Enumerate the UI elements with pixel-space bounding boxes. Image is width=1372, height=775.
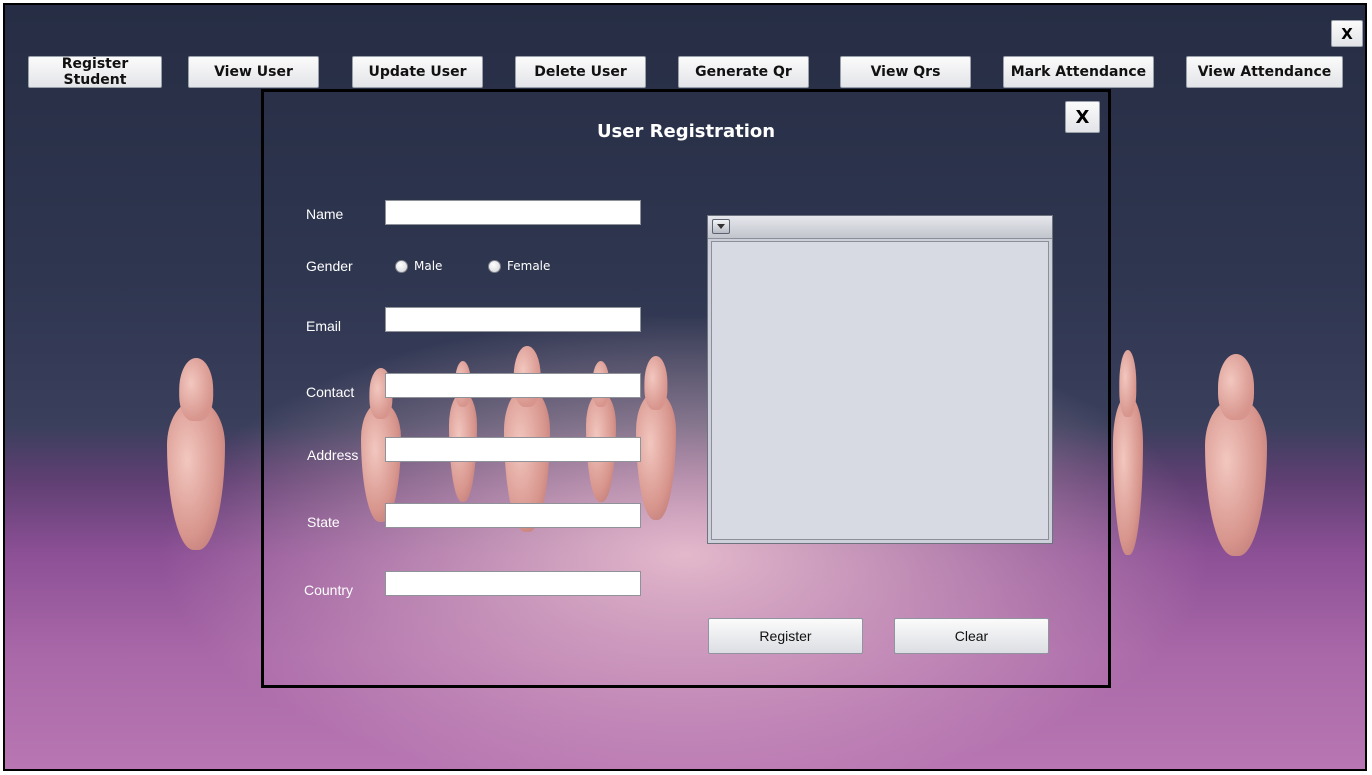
gender-label: Gender [306, 258, 353, 274]
qr-preview-area [711, 241, 1049, 540]
close-icon: X [1075, 106, 1090, 128]
delete-user-button[interactable]: Delete User [515, 56, 646, 88]
window-close-button[interactable]: X [1331, 20, 1363, 47]
generate-qr-button[interactable]: Generate Qr [678, 56, 809, 88]
background-pin [167, 400, 225, 550]
dialog-close-button[interactable]: X [1065, 101, 1100, 133]
close-icon: X [1341, 24, 1353, 43]
qr-preview-panel [707, 215, 1053, 544]
background-pin [636, 392, 676, 520]
country-label: Country [304, 582, 354, 598]
mark-attendance-button[interactable]: Mark Attendance [1003, 56, 1154, 88]
register-button[interactable]: Register [708, 618, 863, 654]
background-pin [1113, 395, 1143, 555]
radio-button-icon [395, 259, 408, 273]
contact-label: Contact [306, 384, 355, 400]
view-attendance-button[interactable]: View Attendance [1186, 56, 1343, 88]
state-label: State [307, 514, 340, 530]
register-student-button[interactable]: Register Student [28, 56, 162, 88]
background-pin [1205, 398, 1267, 556]
state-field[interactable] [385, 503, 641, 528]
email-field[interactable] [385, 307, 641, 332]
gender-male-label: Male [414, 259, 443, 273]
view-user-button[interactable]: View User [188, 56, 319, 88]
gender-female-label: Female [507, 259, 551, 273]
user-registration-dialog: User Registration X Name Gender Male Fem… [261, 89, 1111, 688]
clear-button[interactable]: Clear [894, 618, 1049, 654]
contact-field[interactable] [385, 373, 641, 398]
address-label: Address [307, 447, 359, 463]
radio-button-icon [488, 259, 501, 273]
name-label: Name [306, 206, 344, 222]
dropdown-arrow-icon[interactable] [712, 219, 730, 234]
dialog-title: User Registration [596, 121, 776, 142]
gender-male-radio[interactable]: Male [395, 259, 442, 273]
view-qrs-button[interactable]: View Qrs [840, 56, 971, 88]
address-field[interactable] [385, 437, 641, 462]
gender-female-radio[interactable]: Female [488, 259, 550, 273]
update-user-button[interactable]: Update User [352, 56, 483, 88]
name-field[interactable] [385, 200, 641, 225]
panel-titlebar [708, 216, 1052, 239]
email-label: Email [306, 318, 342, 334]
country-field[interactable] [385, 571, 641, 596]
